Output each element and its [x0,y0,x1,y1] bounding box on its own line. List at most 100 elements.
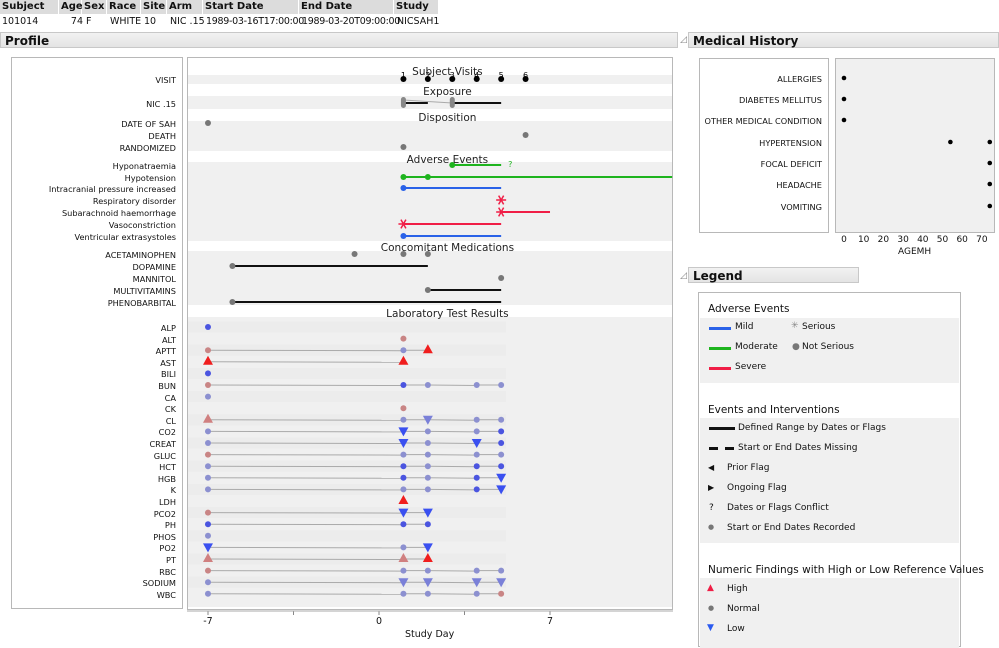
lab-normal-marker [204,532,211,539]
lab-normal-marker [400,567,407,574]
lab-normal-marker [424,451,431,458]
lab-normal-marker [204,474,211,481]
exposure-marker [449,97,455,108]
section-title: Subject Visits [412,66,482,78]
lab-connector [207,454,404,456]
lab-normal-marker [473,451,480,458]
lab-connector [427,593,477,595]
lab-normal-marker [204,370,211,377]
lab-normal-marker [400,451,407,458]
lab-normal-marker [400,416,407,423]
visit-label: 2 [425,71,430,80]
ae-start-point [400,185,407,191]
lab-connector [207,384,404,386]
lab-connector [427,581,477,584]
lab-connector [427,419,477,421]
lab-row-band [188,530,506,542]
visit-label: 1 [401,71,406,80]
visit-label: 4 [474,71,479,80]
lab-connector [207,349,404,352]
conmed-start-point [229,263,236,269]
lab-normal-marker [424,428,431,435]
lab-connector [427,454,477,456]
profile-plot: Subject VisitsExposureDispositionAdverse… [187,66,993,615]
lab-normal-marker [400,590,407,597]
lab-normal-marker [473,382,480,388]
lab-connector [207,465,404,468]
lab-normal-marker [498,428,505,435]
lab-normal-marker [400,335,407,342]
lab-connector [207,419,404,421]
lab-normal-marker [424,567,431,574]
disposition-point [400,144,407,150]
conmed-start-point [229,299,236,305]
lab-normal-marker [424,590,431,597]
lab-connector [207,361,404,363]
lab-normal-marker [400,521,407,528]
lab-normal-marker [204,463,211,470]
lab-normal-marker [473,474,480,481]
lab-connector [207,593,404,595]
lab-normal-marker [498,451,505,458]
lab-normal-marker [204,590,211,597]
mh-point [841,117,847,123]
lab-connector [427,488,477,491]
lab-normal-marker [204,393,211,400]
lab-normal-marker [400,347,407,354]
lab-normal-marker [400,405,407,412]
lab-connector [207,442,404,444]
lab-connector [207,430,404,433]
lab-connector [427,430,477,433]
ae-start-point [400,233,407,239]
lab-normal-marker [498,440,505,446]
lab-normal-marker [400,474,407,481]
conflict-flag: ? [508,160,512,169]
lab-normal-marker [400,463,407,470]
lab-connector [207,570,404,572]
lab-connector [207,581,404,584]
ae-start-point [400,174,407,180]
disposition-point [204,120,211,126]
conmed-point [351,251,358,257]
lab-normal-marker [400,382,407,388]
section-band [188,162,672,241]
lab-connector [207,512,404,514]
lab-normal-marker [204,579,211,586]
lab-normal-marker [204,521,211,528]
lab-normal-marker [204,451,211,458]
lab-connector [427,465,477,468]
conmed-point [400,251,407,257]
lab-row-band [188,321,506,333]
section-band [188,121,672,151]
lab-normal-marker [424,440,431,446]
lab-connector [427,442,477,444]
mh-point [987,181,993,187]
lab-normal-marker [424,382,431,388]
disposition-point [522,132,529,138]
lab-normal-marker [473,590,480,597]
mh-point [987,160,993,166]
mh-point [987,139,993,145]
lab-normal-marker [498,382,505,388]
lab-normal-marker [498,416,505,423]
lab-row-band [188,391,506,403]
lab-connector [207,558,404,560]
lab-normal-marker [424,463,431,470]
lab-normal-marker [204,324,211,330]
lab-normal-marker [204,509,211,516]
conmed-point [498,275,505,281]
lab-normal-marker [424,474,431,481]
visit-label: 5 [499,71,504,80]
mh-point [987,203,993,209]
lab-normal-marker [473,463,480,470]
lab-normal-marker [498,567,505,574]
visit-label: 6 [523,71,528,80]
lab-normal-marker [204,382,211,388]
ae-start-point [449,162,456,168]
lab-row-band [188,367,506,379]
conmed-start-point [424,287,431,293]
lab-connector [207,477,404,479]
mh-point [841,96,847,102]
lab-normal-marker [204,486,211,493]
lab-normal-marker [204,428,211,435]
